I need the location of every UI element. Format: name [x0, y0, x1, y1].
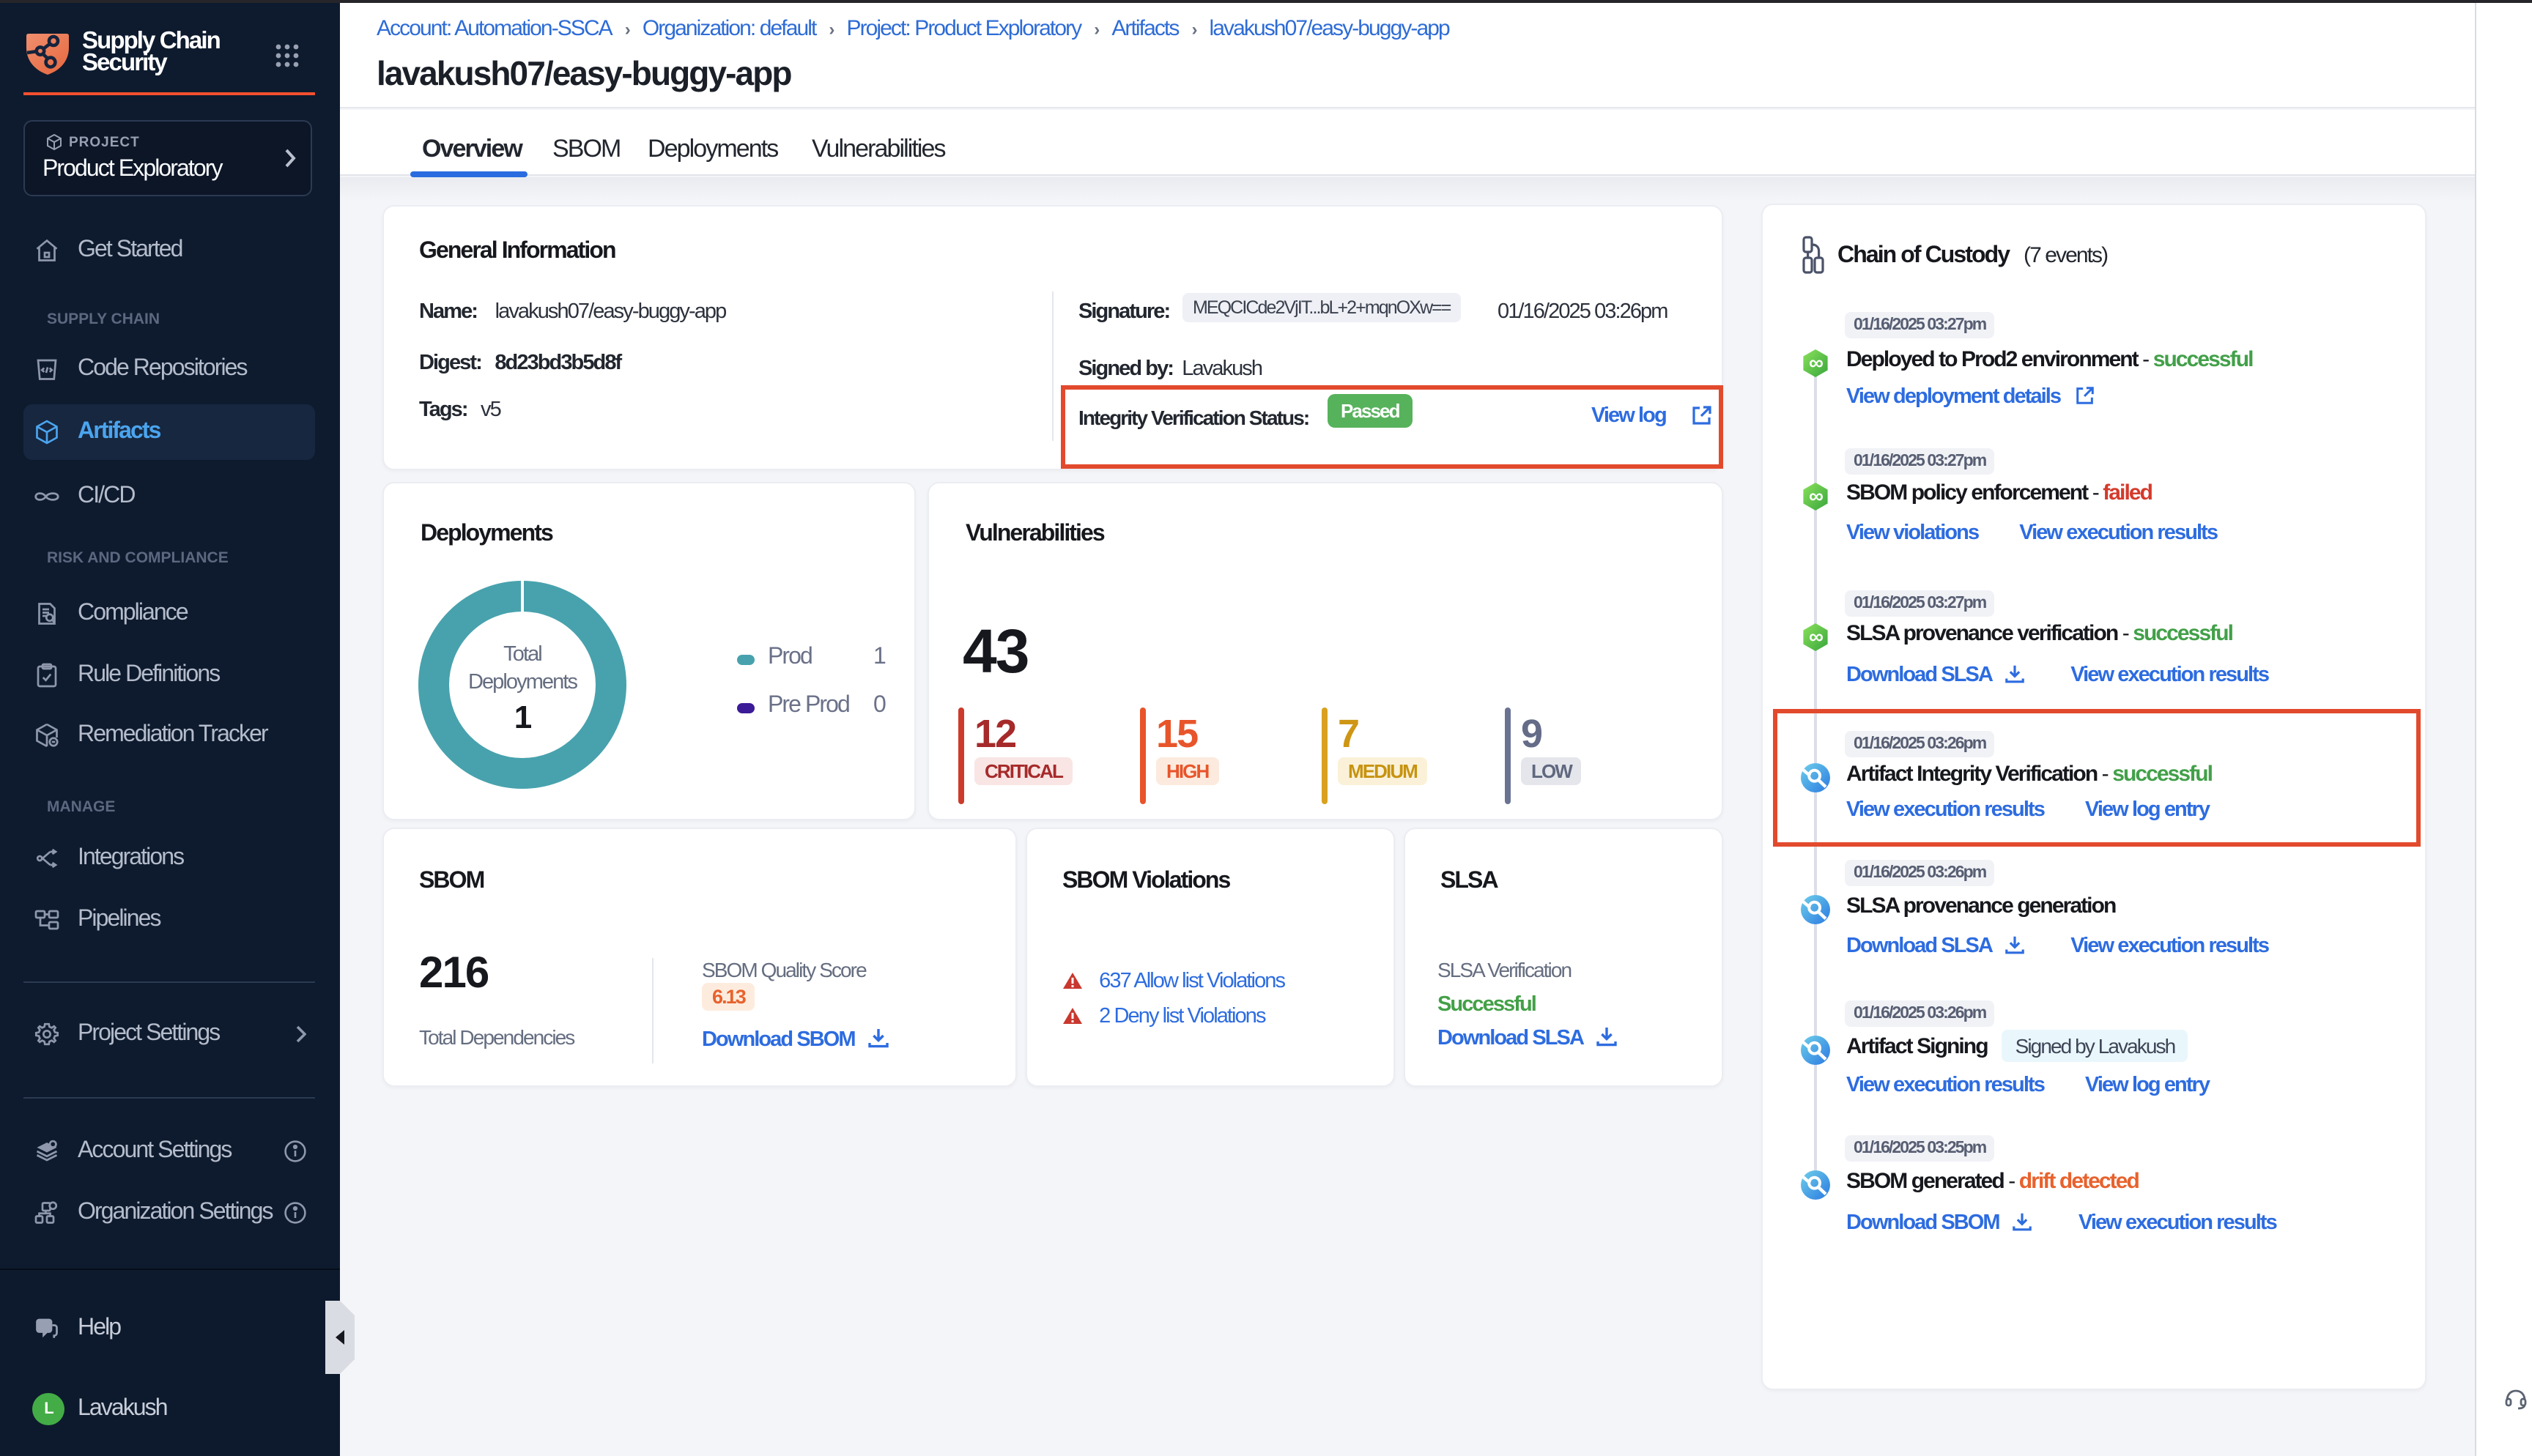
svg-text:∞: ∞ [1809, 625, 1823, 648]
svg-text:?: ? [42, 1321, 48, 1331]
svg-text:∞: ∞ [1809, 352, 1823, 374]
svg-text:∞: ∞ [1809, 485, 1823, 508]
